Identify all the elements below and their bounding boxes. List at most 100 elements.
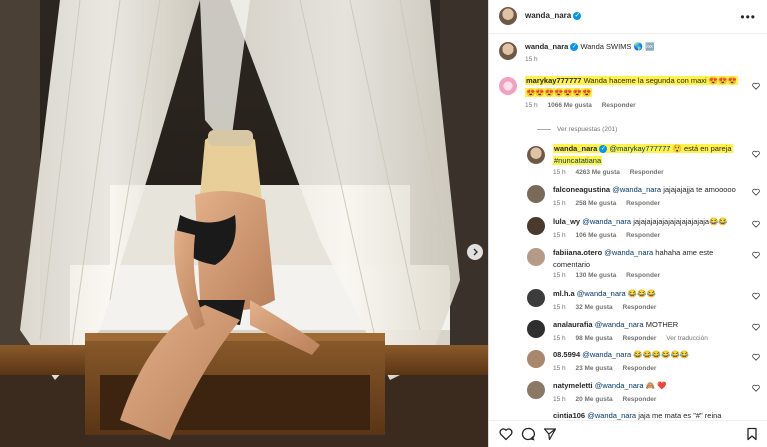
reply-username[interactable]: 08.5994 (553, 350, 580, 359)
heart-icon[interactable] (752, 188, 760, 196)
reply-text: fabiiana.otero @wanda_nara hahaha ame es… (553, 247, 753, 271)
heart-icon[interactable] (752, 292, 760, 300)
more-icon[interactable]: ••• (740, 10, 756, 24)
heart-icon[interactable] (499, 427, 513, 441)
reply-mention[interactable]: @wanda_nara (582, 217, 631, 226)
view-replies-toggle[interactable]: Ver respuestas (201) (537, 126, 617, 133)
reply-avatar[interactable] (527, 185, 545, 203)
reply-mention[interactable]: @marykay777777 (609, 144, 670, 153)
heart-icon[interactable] (752, 150, 760, 158)
reply-button[interactable]: Responder (626, 272, 660, 279)
reply-mention[interactable]: @wanda_nara (595, 320, 644, 329)
reply-item: natymeletti @wanda_nara 🙈 ❤️ 15 h 20 Me … (489, 379, 767, 409)
reply-avatar[interactable] (527, 350, 545, 368)
reply-body: 🙈 ❤️ (645, 381, 667, 390)
reply-mention[interactable]: @wanda_nara (587, 411, 636, 420)
comment-meta: 15 h 1066 Me gusta Responder (525, 102, 644, 109)
comment-body: Wanda haceme la segunda con maxi 😍😍😍 (583, 76, 737, 85)
heart-icon[interactable] (752, 251, 760, 259)
comment-item: marykay777777 Wanda haceme la segunda co… (489, 74, 767, 116)
reply-likes[interactable]: 258 Me gusta (575, 200, 616, 207)
reply-body: 😂😂😂😂😂😂 (633, 350, 690, 359)
next-photo-button[interactable] (467, 244, 483, 260)
reply-username[interactable]: ml.h.a (553, 289, 575, 298)
reply-button[interactable]: Responder (623, 365, 657, 372)
reply-username[interactable]: natymeletti (553, 381, 593, 390)
instagram-post-modal: wanda_nara ✓ ••• wanda_nara ✓ Wanda SWIMS … (0, 0, 767, 447)
heart-icon[interactable] (752, 323, 760, 331)
reply-button[interactable]: Responder (602, 102, 636, 109)
commenter-avatar[interactable] (499, 77, 517, 95)
reply-button[interactable]: Responder (623, 396, 657, 403)
reply-likes[interactable]: 32 Me gusta (575, 304, 612, 311)
comment-icon[interactable] (521, 427, 535, 441)
reply-likes[interactable]: 98 Me gusta (575, 335, 612, 342)
author-avatar[interactable] (499, 7, 517, 25)
comment-username[interactable]: marykay777777 (526, 76, 581, 85)
heart-icon[interactable] (752, 220, 760, 228)
reply-item: 08.5994 @wanda_nara 😂😂😂😂😂😂 15 h 23 Me gu… (489, 348, 767, 378)
reply-username[interactable]: fabiiana.otero (553, 248, 602, 257)
reply-button[interactable]: Responder (623, 304, 657, 311)
reply-body: 😂😂😂 (627, 289, 656, 298)
reply-button[interactable]: Responder (626, 232, 660, 239)
reply-hashtag[interactable]: #nuncatatiana (553, 156, 603, 165)
caption-time: 15 h (525, 56, 538, 63)
caption-avatar[interactable] (499, 42, 517, 60)
reply-item: falconeagustina @wanda_nara jajajajajja … (489, 183, 767, 213)
reply-mention[interactable]: @wanda_nara (612, 185, 661, 194)
comment-likes[interactable]: 1066 Me gusta (547, 102, 591, 109)
reply-likes[interactable]: 4263 Me gusta (575, 169, 619, 176)
heart-icon[interactable] (752, 353, 760, 361)
heart-icon[interactable] (752, 82, 760, 90)
reply-username[interactable]: wanda_nara (554, 144, 597, 153)
reply-avatar[interactable] (527, 289, 545, 307)
author-username-text[interactable]: wanda_nara (525, 11, 571, 20)
reply-likes[interactable]: 20 Me gusta (575, 396, 612, 403)
reply-button[interactable]: Responder (623, 335, 657, 342)
reply-body: jajajajajja te amooooo (663, 185, 736, 194)
bookmark-icon[interactable] (745, 427, 759, 441)
reply-username[interactable]: analaurafia (553, 320, 593, 329)
post-header: wanda_nara ✓ ••• (489, 0, 767, 34)
reply-mention[interactable]: @wanda_nara (582, 350, 631, 359)
reply-avatar[interactable] (527, 146, 545, 164)
caption-username[interactable]: wanda_nara (525, 42, 568, 51)
reply-avatar[interactable] (527, 217, 545, 235)
reply-meta: 15 h 98 Me gusta Responder Ver traducció… (553, 335, 708, 342)
reply-text: natymeletti @wanda_nara 🙈 ❤️ (553, 380, 753, 392)
reply-text: ml.h.a @wanda_nara 😂😂😂 (553, 288, 753, 300)
reply-likes[interactable]: 106 Me gusta (575, 232, 616, 239)
reply-meta: 15 h 106 Me gusta Responder (553, 232, 661, 239)
see-translation-link[interactable]: Ver traducción (666, 335, 708, 342)
reply-username[interactable]: cintia106 (553, 411, 585, 420)
reply-mention[interactable]: @wanda_nara (604, 248, 653, 257)
reply-avatar[interactable] (527, 381, 545, 399)
verified-badge-icon: ✓ (599, 145, 608, 154)
caption-text: wanda_nara ✓ Wanda SWIMS 🌎 🆒 (525, 41, 745, 53)
reply-meta: 15 h 23 Me gusta Responder (553, 365, 657, 372)
reply-text: lula_wy @wanda_nara jajajajajajajajajaja… (553, 216, 753, 228)
reply-text: analaurafia @wanda_nara MOTHER (553, 319, 753, 331)
reply-likes[interactable]: 130 Me gusta (575, 272, 616, 279)
divider (537, 128, 551, 130)
reply-avatar[interactable] (527, 320, 545, 338)
reply-username[interactable]: falconeagustina (553, 185, 610, 194)
heart-icon[interactable] (752, 384, 760, 392)
reply-text: wanda_nara ✓ @marykay777777 😲 está en par… (553, 143, 753, 167)
reply-button[interactable]: Responder (626, 200, 660, 207)
reply-avatar[interactable] (527, 248, 545, 266)
author-username[interactable]: wanda_nara ✓ (525, 11, 582, 20)
view-replies-label[interactable]: Ver respuestas (201) (557, 126, 617, 133)
reply-body: 😲 está en pareja (672, 144, 732, 153)
reply-button[interactable]: Responder (630, 169, 664, 176)
reply-mention[interactable]: @wanda_nara (595, 381, 644, 390)
reply-mention[interactable]: @wanda_nara (577, 289, 626, 298)
share-icon[interactable] (543, 427, 557, 441)
reply-username[interactable]: lula_wy (553, 217, 580, 226)
reply-likes[interactable]: 23 Me gusta (575, 365, 612, 372)
reply-body: MOTHER (645, 320, 679, 329)
reply-text: 08.5994 @wanda_nara 😂😂😂😂😂😂 (553, 349, 753, 361)
reply-text: falconeagustina @wanda_nara jajajajajja … (553, 184, 753, 196)
post-photo[interactable] (0, 0, 488, 447)
